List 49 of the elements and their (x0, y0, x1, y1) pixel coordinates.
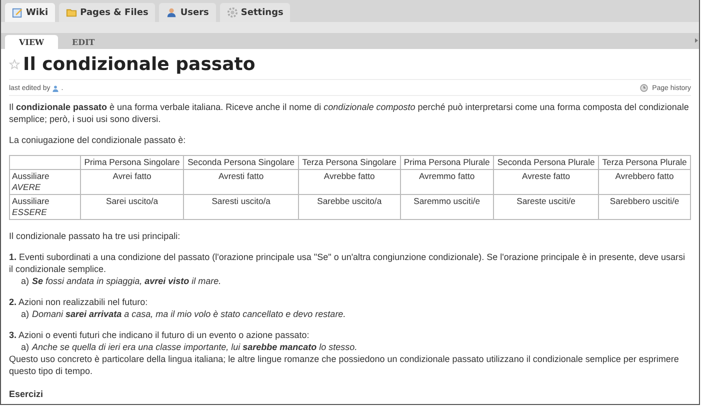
example-sentence: Domani sarei arrivata a casa, ma il mio volo è stato cancellato e devo restare. (32, 308, 346, 320)
page-title: Il condizionale passato (23, 54, 256, 75)
example-marker: a) (21, 308, 30, 320)
nav-tab[interactable]: Settings (220, 3, 290, 22)
view-tab[interactable]: EDIT (58, 35, 109, 49)
column-header: Seconda Persona Singolare (184, 156, 299, 170)
use-description: 3. Azioni o eventi futuri che indicano il futuro di un evento o azione passato: (9, 329, 310, 341)
section-heading: Esercizi (9, 388, 44, 400)
clock-icon[interactable] (640, 84, 648, 92)
nav-tab[interactable]: Users (159, 3, 216, 22)
gear-icon (226, 7, 238, 18)
closing-paragraph: Questo uso concreto è particolare della lingua italiana; le altre lingue romanze che possiedono un condizionale passato utilizzano il condizionale semplice per esprimere questo tipo di tempo. (9, 353, 680, 377)
use-description: 2. Azioni non realizzabili nel futuro: (9, 296, 149, 308)
use-description: 1. Eventi subordinati a una condizione del passato (l'orazione principale usa "Se" o un'altra congiunzione condizionale). Se l'orazione principale è in presente, deve usarsi il condizionale semplice. (9, 251, 686, 275)
intro-paragraph: Il condizionale passato è una forma verbale italiana. Riceve anche il nome di condizionale composto perché può interpretarsi come una forma composta del condizionale semplice; però, i suoi usi sono diversi. (9, 101, 690, 125)
column-header: Terza Persona Plurale (598, 156, 690, 170)
table-intro: La coniugazione del condizionale passato è: (9, 134, 187, 146)
column-header: Prima Persona Singolare (80, 156, 184, 170)
folder-icon (66, 7, 78, 18)
table-cell: Avresti fatto (184, 170, 299, 194)
example-marker: a) (21, 275, 30, 287)
example-marker: a) (21, 341, 30, 353)
table-cell: Avreste fatto (494, 170, 599, 194)
column-header: Seconda Persona Plurale (494, 156, 599, 170)
table-cell: Sarebbe uscito/a (298, 194, 400, 220)
table-cell: Sarebbero usciti/e (598, 194, 690, 220)
table-cell: Sarei uscito/a (80, 194, 184, 220)
column-header: Prima Persona Plurale (400, 156, 494, 170)
example-sentence: Se fossi andata in spiaggia, avrei visto il mare. (32, 275, 222, 287)
table-cell: Aussiliare AVERE (10, 170, 80, 194)
table-cell: Saremmo usciti/e (400, 194, 494, 220)
user-icon (166, 7, 178, 18)
table-cell: Aussiliare ESSERE (10, 194, 80, 220)
nav-tab[interactable]: Pages & Files (59, 3, 156, 22)
table-cell: Saresti uscito/a (184, 194, 299, 220)
nav-tab[interactable]: Wiki (5, 3, 56, 22)
table-cell: Avrei fatto (80, 170, 184, 194)
example-sentence: Anche se quella di ieri era una classe importante, lui sarebbe mancato lo stesso. (32, 341, 358, 353)
table-cell: Avrebbe fatto (298, 170, 400, 194)
table-cell: Sareste usciti/e (494, 194, 599, 220)
user-icon[interactable] (52, 84, 60, 92)
view-tab[interactable]: VIEW (5, 35, 58, 49)
pencil-icon (12, 7, 23, 18)
column-header: Terza Persona Singolare (298, 156, 400, 170)
table-cell: Avremmo fatto (400, 170, 494, 194)
table-cell: Avrebbero fatto (598, 170, 690, 194)
star-icon[interactable] (9, 59, 20, 70)
uses-intro: Il condizionale passato ha tre usi principali: (9, 230, 182, 242)
scroll-right-icon[interactable] (695, 38, 698, 43)
